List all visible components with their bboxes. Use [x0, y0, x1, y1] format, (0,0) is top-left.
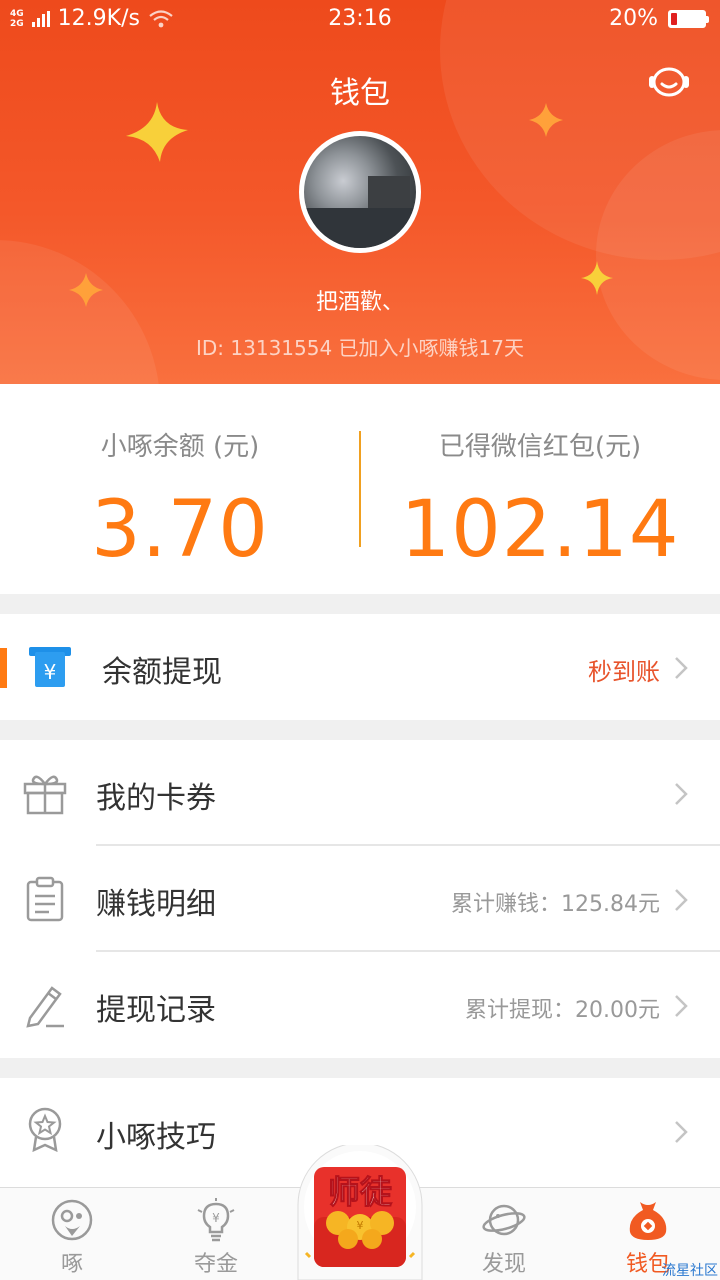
avatar[interactable]: [299, 131, 421, 253]
battery-icon: [668, 9, 709, 28]
mentor-redpacket-button[interactable]: ¥ 师徒: [290, 1145, 430, 1280]
chevron-right-icon: [675, 1121, 688, 1143]
peck-icon: [51, 1199, 93, 1241]
pencil-icon: [26, 986, 64, 1028]
menu-section: 我的卡券 赚钱明细 累计赚钱：125.84元 提现记录 累计提现：20.00元: [0, 740, 720, 1058]
nickname: 把酒歡、: [315, 290, 404, 315]
wallet-header: 4G 2G 12.9K/s 23:16 20% 钱包 把酒歡、 ID: 13131…: [0, 0, 720, 384]
bulb-icon: ¥: [197, 1198, 235, 1242]
nav-item-peck[interactable]: 啄: [0, 1188, 144, 1280]
withdraw-yuan-icon: ¥: [29, 647, 71, 687]
clipboard-icon: [26, 876, 64, 922]
mentor-badge-text: 师徒: [328, 1173, 393, 1211]
page-title: 钱包: [330, 76, 390, 111]
wallet-bag-icon: [629, 1202, 667, 1240]
nav-item-discover[interactable]: 发现: [432, 1188, 576, 1280]
chevron-right-icon: [675, 995, 688, 1017]
balance-label: 小啄余额 (元): [100, 432, 260, 462]
earnings-label: 赚钱明细: [96, 887, 216, 922]
chevron-right-icon: [675, 889, 688, 911]
coupons-label: 我的卡券: [96, 781, 216, 816]
accent-bar: [0, 648, 7, 688]
medal-icon: [28, 1107, 62, 1152]
chevron-right-icon: [675, 783, 688, 805]
nav-label: 夺金: [193, 1252, 238, 1277]
star-decoration-icon: [529, 103, 563, 137]
planet-icon: [482, 1204, 526, 1236]
nav-item-treasure[interactable]: ¥ 夺金: [144, 1188, 288, 1280]
menu-row-withdraw-records[interactable]: 提现记录 累计提现：20.00元: [0, 952, 720, 1058]
instant-arrival-tag: 秒到账: [588, 658, 660, 686]
status-bar: 4G 2G 12.9K/s 23:16 20%: [0, 0, 720, 40]
tips-label: 小啄技巧: [96, 1120, 216, 1155]
battery-percent: 20%: [609, 6, 658, 31]
watermark: 流星社区: [662, 1263, 718, 1279]
balance-card: 小啄余额 (元) 3.70 已得微信红包(元) 102.14: [0, 384, 720, 594]
withdraw-row[interactable]: ¥ 余额提现 秒到账: [0, 614, 720, 720]
nav-label: 啄: [60, 1252, 83, 1277]
gift-icon: [23, 775, 67, 815]
menu-row-coupons[interactable]: 我的卡券: [0, 740, 720, 846]
redpacket-value: 102.14: [400, 485, 680, 575]
balance-value: 3.70: [91, 485, 269, 575]
nav-label: 发现: [481, 1252, 526, 1277]
withdraw-section: ¥ 余额提现 秒到账: [0, 614, 720, 720]
wechat-redpacket-summary[interactable]: 已得微信红包(元) 102.14: [360, 384, 720, 575]
redpacket-label: 已得微信红包(元): [438, 432, 642, 462]
earnings-total: 累计赚钱：125.84元: [451, 892, 660, 917]
user-id-info: ID: 13131554 已加入小啄赚钱17天: [196, 336, 524, 360]
svg-text:¥: ¥: [357, 1219, 364, 1232]
star-decoration-icon: [126, 102, 188, 162]
withdraw-records-label: 提现记录: [96, 993, 216, 1028]
withdraw-total: 累计提现：20.00元: [465, 998, 660, 1023]
svg-text:¥: ¥: [212, 1211, 220, 1225]
balance-summary[interactable]: 小啄余额 (元) 3.70: [0, 384, 360, 575]
withdraw-label: 余额提现: [102, 655, 222, 690]
customer-service-icon[interactable]: [646, 62, 692, 102]
menu-row-earnings[interactable]: 赚钱明细 累计赚钱：125.84元: [0, 846, 720, 952]
chevron-right-icon: [675, 657, 688, 679]
svg-text:¥: ¥: [44, 660, 57, 684]
